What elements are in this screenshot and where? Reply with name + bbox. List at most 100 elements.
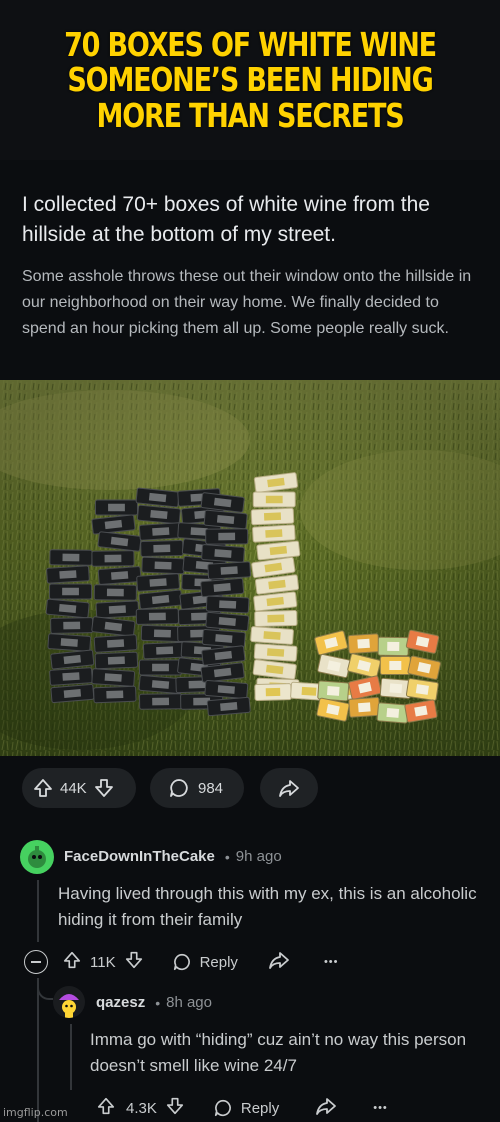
thread-line — [37, 880, 39, 942]
vote-count: 11K — [90, 953, 116, 971]
wine-box-label — [415, 684, 429, 695]
meme-header: 70 BOXES OF WHITE WINE SOMEONE’S BEEN HI… — [0, 0, 500, 160]
wine-box-label — [386, 707, 400, 718]
wine-box-label — [153, 629, 171, 638]
wine-box-label — [220, 702, 238, 711]
upvote-icon[interactable] — [62, 950, 82, 974]
wine-box-label — [217, 685, 235, 694]
wine-box-label — [154, 561, 172, 570]
reply-label: Reply — [240, 1099, 280, 1117]
wine-box-label — [301, 686, 317, 696]
collapse-icon[interactable] — [24, 950, 48, 974]
post-body: Some asshole throws these out their wind… — [22, 268, 472, 337]
wine-box-label — [149, 578, 167, 587]
comment-time: 8h ago — [166, 994, 212, 1011]
reply-label: Reply — [199, 953, 238, 971]
wine-box-label — [108, 605, 126, 614]
reply-connector — [37, 978, 53, 1000]
post-action-bar: 44K 984 — [0, 756, 500, 822]
wine-box-label — [213, 583, 231, 592]
wine-boxes-photo — [0, 380, 500, 756]
comment-actions: 4.3K Reply ••• — [96, 1094, 486, 1122]
wine-box-label — [63, 689, 82, 698]
wine-box-label — [110, 571, 129, 580]
imgflip-watermark: imgflip.com — [3, 1106, 68, 1119]
wine-box-label — [63, 621, 81, 630]
more-options-icon[interactable]: ••• — [373, 1102, 388, 1114]
comment-username[interactable]: FaceDownInTheCake — [64, 848, 215, 865]
upvote-icon[interactable] — [32, 777, 54, 799]
wine-box-label — [267, 614, 285, 623]
wine-box-label — [218, 617, 236, 626]
wine-box-label — [220, 566, 238, 575]
avatar[interactable] — [53, 986, 85, 1018]
post-image[interactable] — [0, 380, 500, 756]
wine-box-label — [59, 570, 77, 579]
wine-box-label — [191, 612, 209, 621]
avatar[interactable] — [20, 840, 54, 874]
share-icon — [278, 777, 300, 799]
wine-box-label — [106, 639, 125, 648]
downvote-icon[interactable] — [124, 950, 144, 974]
wine-box-label — [156, 646, 174, 655]
share-icon[interactable] — [315, 1095, 337, 1121]
reply-button[interactable]: Reply — [213, 1098, 279, 1118]
wine-box-label — [104, 554, 122, 563]
upvote-count: 44K — [60, 779, 87, 797]
reply-icon — [173, 953, 190, 971]
share-button[interactable] — [260, 768, 318, 808]
wine-box-label — [263, 512, 282, 521]
wine-box-label — [218, 532, 236, 541]
wine-box-label — [152, 697, 170, 706]
wine-box-label — [106, 588, 124, 597]
comment-count: 984 — [198, 779, 224, 797]
thread-line — [37, 978, 39, 1122]
wine-box-label — [152, 527, 170, 536]
wine-box-label — [215, 634, 233, 643]
meme-caption: 70 BOXES OF WHITE WINE SOMEONE’S BEEN HI… — [64, 24, 437, 135]
wine-box-label — [389, 660, 402, 671]
wine-box-label — [62, 587, 79, 596]
wine-box-label — [265, 529, 283, 538]
wine-box-label — [153, 544, 171, 553]
comment-username[interactable]: qazesz — [96, 994, 145, 1011]
separator-dot: • — [224, 848, 230, 865]
wine-box-label — [219, 600, 237, 609]
comment-icon — [168, 777, 190, 799]
comment-time: 9h ago — [235, 848, 282, 865]
more-options-icon[interactable]: ••• — [324, 956, 339, 968]
wine-box-label — [216, 515, 235, 524]
wine-box-label — [106, 690, 124, 699]
wine-box-label — [389, 683, 403, 694]
comment-text: Imma go with “hiding” cuz ain’t no way t… — [90, 1030, 467, 1075]
comment-actions: 11K Reply ••• — [24, 948, 484, 976]
wine-box-label — [62, 672, 80, 681]
separator-dot: • — [155, 994, 161, 1011]
wine-box-label — [357, 638, 370, 649]
wine-box-label — [152, 663, 169, 672]
post: I collected 70+ boxes of white wine from… — [0, 160, 500, 380]
share-icon[interactable] — [268, 949, 290, 975]
wine-box-label — [265, 495, 283, 504]
downvote-icon[interactable] — [93, 777, 115, 799]
comment-header: FaceDownInTheCake • 9h ago — [64, 848, 282, 865]
wine-box-label — [214, 549, 232, 558]
wine-box-label — [62, 553, 80, 562]
wine-box-label — [266, 648, 285, 657]
comments-button[interactable]: 984 — [150, 768, 244, 808]
wine-box-label — [358, 702, 371, 713]
wine-box-label — [263, 631, 281, 640]
comment-header: qazesz • 8h ago — [96, 994, 212, 1011]
wine-box-label — [150, 509, 168, 520]
vote-count: 4.3K — [126, 1099, 157, 1117]
wine-box-label — [387, 641, 400, 652]
wine-box-label — [58, 603, 77, 614]
wine-box-label — [60, 638, 78, 647]
wine-box-label — [108, 503, 125, 512]
wine-box-label — [148, 612, 166, 621]
reply-button[interactable]: Reply — [172, 952, 238, 972]
upvote-icon[interactable] — [96, 1096, 116, 1120]
downvote-icon[interactable] — [165, 1096, 185, 1120]
post-title[interactable]: I collected 70+ boxes of white wine from… — [22, 190, 482, 250]
reply-icon — [214, 1099, 231, 1117]
